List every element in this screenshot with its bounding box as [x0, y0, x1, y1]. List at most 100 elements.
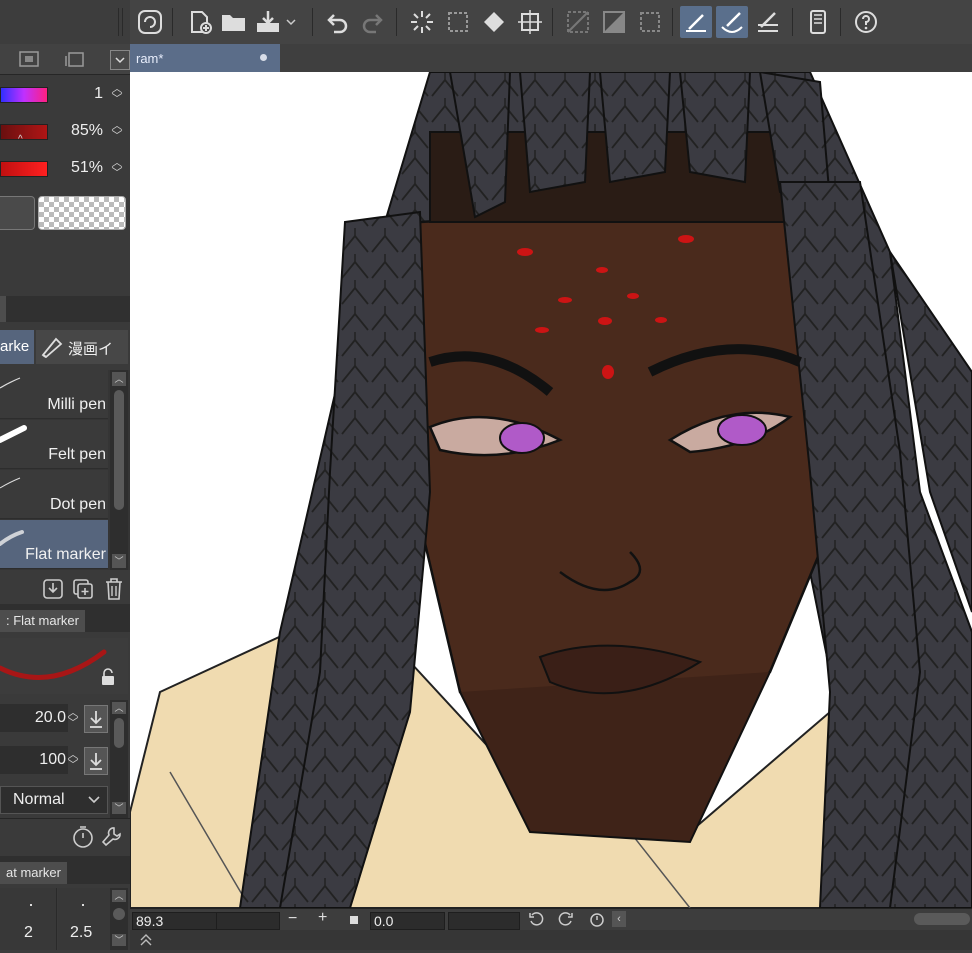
- toolbar-grip: [122, 8, 123, 36]
- undo-icon[interactable]: [322, 6, 354, 38]
- clear-outside-selection-icon[interactable]: [442, 6, 474, 38]
- scroll-thumb[interactable]: [114, 718, 124, 748]
- flat-marker-stroke-icon: [0, 530, 24, 546]
- scroll-up-icon[interactable]: ︿: [112, 372, 126, 386]
- status-bar: 89.3 − + 0.0 ‹: [130, 908, 972, 931]
- open-folder-icon[interactable]: [218, 6, 250, 38]
- save-dropdown-chevron-icon[interactable]: [282, 6, 300, 38]
- dot-pen-stroke-icon: [0, 477, 21, 489]
- brush-item-milli-pen[interactable]: Milli pen: [0, 370, 108, 419]
- brush-size-input[interactable]: 20.0: [0, 704, 68, 732]
- main-toolbar: [0, 0, 972, 45]
- scroll-left-icon[interactable]: ‹: [612, 911, 626, 927]
- zoom-level-input[interactable]: 89.3: [132, 912, 217, 930]
- clear-icon[interactable]: [406, 6, 438, 38]
- fill-icon[interactable]: [478, 6, 510, 38]
- transparent-color-swatch[interactable]: [38, 196, 126, 230]
- redo-icon[interactable]: [356, 6, 388, 38]
- panel-menu-chevron-icon[interactable]: [110, 50, 130, 70]
- deselect-icon[interactable]: [562, 6, 594, 38]
- rotation-angle-input[interactable]: 0.0: [370, 912, 445, 930]
- scroll-down-icon[interactable]: ﹀: [112, 554, 126, 568]
- color-set-tab-icon[interactable]: [18, 50, 40, 68]
- brush-item-felt-pen[interactable]: Felt pen: [0, 420, 108, 469]
- help-icon[interactable]: [850, 6, 882, 38]
- scroll-thumb[interactable]: [114, 390, 124, 510]
- toolbar-separator: [172, 8, 173, 36]
- lock-icon[interactable]: [100, 668, 116, 691]
- main-color-swatch[interactable]: [0, 196, 35, 230]
- brush-list: Milli pen Felt pen Dot pen Flat marker ︿…: [0, 370, 130, 570]
- wrench-icon[interactable]: [100, 825, 122, 854]
- rotate-left-icon[interactable]: [528, 911, 544, 932]
- tool-property-header: : Flat marker: [0, 604, 130, 632]
- rotate-right-icon[interactable]: [558, 911, 574, 932]
- zoom-out-button[interactable]: −: [288, 910, 297, 928]
- zoom-in-button[interactable]: +: [318, 909, 327, 927]
- delete-subtool-icon[interactable]: [104, 577, 124, 606]
- opacity-input[interactable]: 100: [0, 746, 68, 774]
- opacity-spinner[interactable]: ︿ ﹀: [66, 750, 80, 771]
- brightness-spinner[interactable]: ︿ ﹀: [110, 158, 124, 179]
- smartphone-icon[interactable]: [802, 6, 834, 38]
- toolbar-separator: [840, 8, 841, 36]
- tab-manga-inking[interactable]: 漫画イ: [36, 330, 128, 364]
- clip-studio-icon[interactable]: [134, 6, 166, 38]
- blend-mode-select[interactable]: Normal: [0, 786, 108, 814]
- size-dot: [30, 904, 32, 906]
- snap-to-grid-icon[interactable]: [752, 6, 784, 38]
- saturation-spinner[interactable]: ︿ ﹀: [110, 121, 124, 142]
- tab-strip: [280, 44, 972, 72]
- tab-marker[interactable]: arke: [0, 330, 34, 364]
- brush-stroke-preview: [0, 638, 128, 694]
- horizontal-scroll-thumb[interactable]: [914, 913, 970, 925]
- brightness-slider[interactable]: [0, 161, 48, 177]
- fit-to-window-icon[interactable]: [350, 916, 358, 924]
- unsaved-dot-icon[interactable]: [260, 54, 267, 61]
- snap-to-special-ruler-icon[interactable]: [716, 6, 748, 38]
- scroll-up-icon[interactable]: ︿: [112, 890, 126, 902]
- felt-pen-stroke-icon: [0, 425, 27, 443]
- brush-size-preset[interactable]: 2.5: [58, 888, 110, 950]
- intermediate-color-tab-icon[interactable]: [64, 50, 86, 68]
- new-file-icon[interactable]: [184, 6, 216, 38]
- snap-to-ruler-icon[interactable]: [680, 6, 712, 38]
- save-icon[interactable]: [252, 6, 284, 38]
- canvas[interactable]: [130, 72, 972, 908]
- hue-spinner[interactable]: ︿ ﹀: [110, 84, 124, 105]
- brush-item-flat-marker[interactable]: Flat marker: [0, 520, 108, 569]
- brush-size-preset[interactable]: 2: [0, 888, 57, 950]
- hue-slider[interactable]: [0, 87, 48, 103]
- toolbar-separator: [552, 8, 553, 36]
- pen-nib-icon: [40, 336, 64, 363]
- brush-size-spinner[interactable]: ︿ ﹀: [66, 708, 80, 729]
- download-subtool-icon[interactable]: [42, 578, 64, 605]
- tab-marker-label: arke: [0, 338, 30, 355]
- zoom-slider[interactable]: [216, 912, 280, 930]
- duplicate-subtool-icon[interactable]: [72, 578, 94, 605]
- brush-list-scrollbar[interactable]: ︿ ﹀: [110, 370, 128, 570]
- transform-icon[interactable]: [514, 6, 546, 38]
- toolbar-separator: [396, 8, 397, 36]
- scroll-down-icon[interactable]: ﹀: [112, 934, 126, 946]
- tool-property-scrollbar[interactable]: ︿ ﹀: [110, 700, 128, 818]
- invert-selection-icon[interactable]: [598, 6, 630, 38]
- select-all-icon[interactable]: [634, 6, 666, 38]
- saturation-value: 85%: [70, 122, 103, 139]
- brush-size-pressure-icon[interactable]: [84, 705, 108, 733]
- rotation-slider[interactable]: [448, 912, 520, 930]
- panel-tab-stub: [0, 296, 6, 322]
- bottom-bar: [130, 930, 972, 950]
- scroll-thumb[interactable]: [113, 908, 125, 920]
- tool-property-tab[interactable]: : Flat marker: [0, 610, 85, 632]
- document-tab[interactable]: ram*: [130, 44, 280, 72]
- brush-size-scrollbar[interactable]: ︿ ﹀: [110, 888, 128, 950]
- scroll-up-icon[interactable]: ︿: [112, 702, 126, 714]
- brush-item-dot-pen[interactable]: Dot pen: [0, 470, 108, 519]
- timer-icon[interactable]: [72, 825, 94, 854]
- scroll-down-icon[interactable]: ﹀: [112, 802, 126, 814]
- hue-value: 1: [94, 85, 103, 102]
- opacity-pressure-icon[interactable]: [84, 747, 108, 775]
- saturation-slider[interactable]: [0, 124, 48, 140]
- brush-size-tab[interactable]: at marker: [0, 862, 67, 884]
